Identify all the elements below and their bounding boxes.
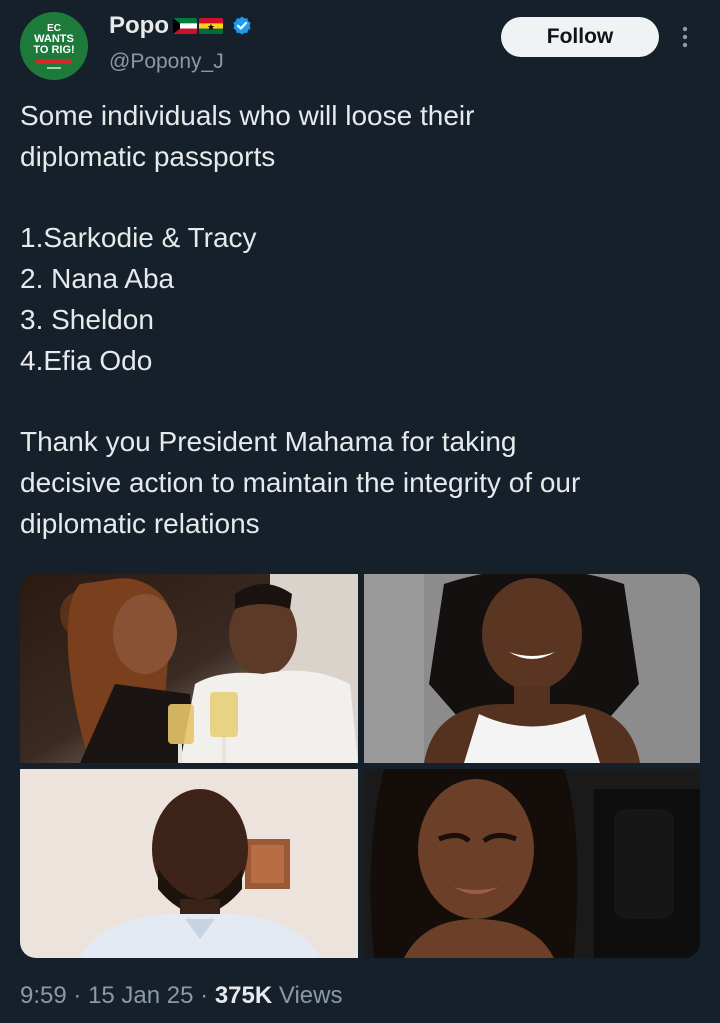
follow-button[interactable]: Follow bbox=[501, 17, 659, 57]
avatar-text-3: TO RIG! bbox=[33, 44, 75, 56]
media-grid bbox=[20, 574, 700, 958]
avatar-underline-icon bbox=[47, 67, 61, 69]
display-name[interactable]: Popo bbox=[109, 12, 169, 40]
views-label: Views bbox=[278, 982, 343, 1009]
tweet-text: Some individuals who will loose their di… bbox=[20, 100, 581, 539]
avatar[interactable]: EC WANTS TO RIG! bbox=[20, 12, 88, 80]
photo-woman-car[interactable] bbox=[364, 769, 700, 958]
tweet-time[interactable]: 9:59 bbox=[20, 982, 67, 1009]
more-options-icon[interactable] bbox=[678, 24, 692, 50]
handle[interactable]: @Popony_J bbox=[109, 50, 224, 74]
meta-separator: · bbox=[200, 982, 209, 1009]
name-row: Popo bbox=[109, 12, 253, 40]
views-count[interactable]: 375K bbox=[215, 982, 272, 1009]
photo-couple[interactable] bbox=[20, 574, 358, 763]
photo-man[interactable] bbox=[20, 769, 358, 958]
kuwait-flag-icon bbox=[173, 18, 197, 34]
photo-woman-white-top[interactable] bbox=[364, 574, 700, 763]
meta-separator: · bbox=[73, 982, 82, 1009]
avatar-banner-icon bbox=[36, 59, 72, 64]
tweet-date[interactable]: 15 Jan 25 bbox=[88, 982, 193, 1009]
tweet-meta: 9:59 · 15 Jan 25 · 375K Views bbox=[20, 982, 342, 1010]
tweet-header: EC WANTS TO RIG! Popo @Popony_J Follow bbox=[0, 0, 720, 90]
verified-badge-icon bbox=[233, 16, 251, 35]
ghana-flag-icon bbox=[199, 18, 223, 34]
